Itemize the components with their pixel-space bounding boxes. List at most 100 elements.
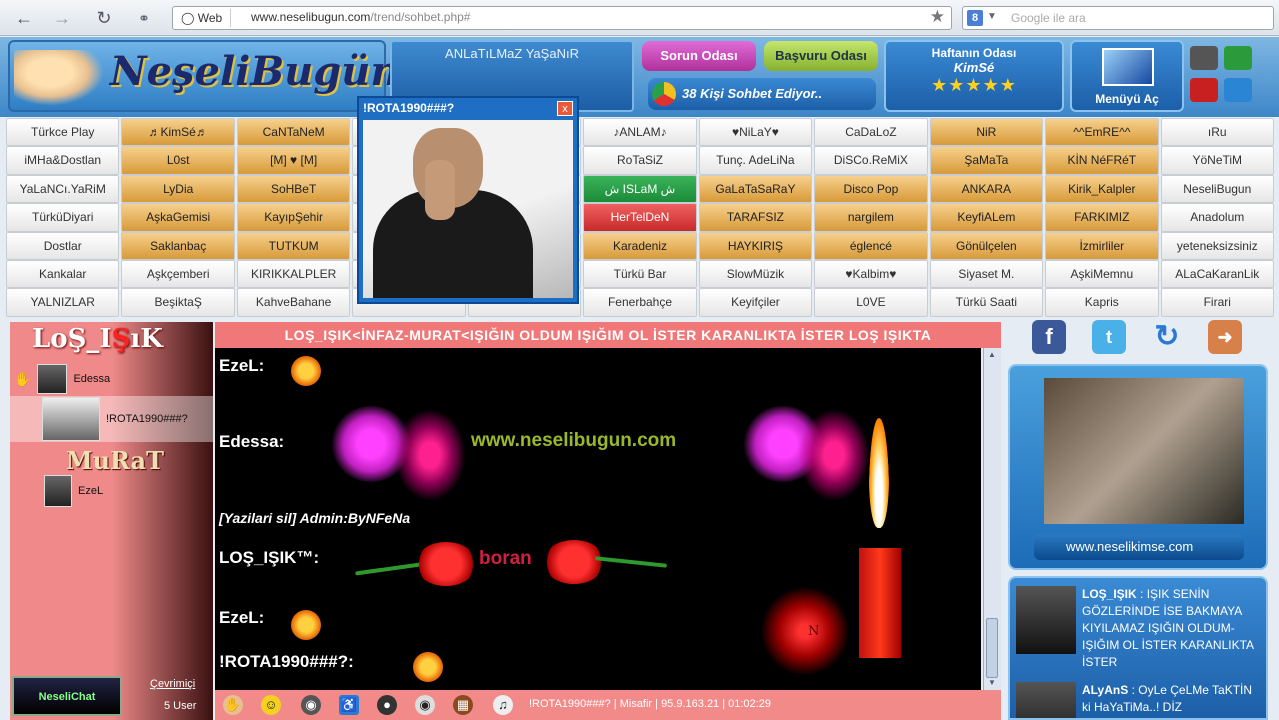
promo-box[interactable]: www.neselikimse.com	[1008, 364, 1268, 570]
room-button[interactable]: SoHBeT	[236, 174, 351, 204]
room-button[interactable]: Dostlar	[6, 231, 120, 260]
message-nick[interactable]: !ROTA1990###?:	[219, 652, 354, 672]
user-row-selected[interactable]: !ROTA1990###?	[10, 396, 213, 442]
user-row[interactable]: ✋ Edessa	[10, 362, 213, 396]
room-button[interactable]: ♪ANLAM♪	[583, 118, 697, 147]
hand-raise-icon[interactable]: ✋	[223, 695, 243, 715]
room-button[interactable]: Saklanbaç	[121, 231, 235, 260]
room-button[interactable]: iMHa&Dostlan	[6, 146, 120, 175]
theme-green-swatch[interactable]	[1224, 46, 1252, 70]
room-button[interactable]: Keyifçiler	[698, 288, 813, 317]
room-button[interactable]: YALNIZLAR	[6, 288, 120, 317]
room-button[interactable]: ♥NiLaY♥	[698, 118, 813, 147]
room-button[interactable]: églencé	[814, 231, 928, 260]
twitter-icon[interactable]: t	[1092, 320, 1126, 354]
room-button[interactable]: AşkaGemisi	[121, 203, 235, 232]
basvuru-odasi-button[interactable]: Başvuru Odası	[764, 41, 878, 71]
webcam-icon[interactable]: ◉	[301, 695, 321, 715]
room-button[interactable]: İzmirliler	[1045, 231, 1159, 260]
room-button[interactable]: KIRIKKALPLER	[236, 259, 351, 289]
room-button[interactable]: KayıpŞehir	[236, 203, 351, 232]
room-button[interactable]: DiSCo.ReMiX	[814, 146, 928, 175]
key-icon[interactable]: ⚭	[132, 6, 156, 30]
room-button[interactable]: Siyaset M.	[929, 259, 1044, 289]
site-logo[interactable]: NeşeliBugün	[8, 40, 399, 112]
room-button[interactable]: nargilem	[814, 203, 928, 232]
room-button[interactable]: BeşiktaŞ	[121, 288, 235, 317]
room-button[interactable]: Karadeniz	[583, 231, 697, 260]
sorun-odasi-button[interactable]: Sorun Odası	[642, 41, 756, 71]
back-icon[interactable]: ←	[12, 6, 36, 30]
room-button[interactable]: Gönülçelen	[929, 231, 1044, 260]
exit-door-icon[interactable]: ➜	[1208, 320, 1242, 354]
room-button[interactable]: Türkü Bar	[583, 259, 697, 289]
room-button[interactable]: SlowMüzik	[698, 259, 813, 289]
room-button[interactable]: TUTKUM	[236, 231, 351, 260]
web-chip[interactable]: ◯ Web	[177, 9, 232, 27]
room-button[interactable]: ANKARA	[929, 174, 1044, 204]
online-link[interactable]: Çevrimiçi	[150, 678, 195, 690]
room-button[interactable]: CaDaLoZ	[814, 118, 928, 147]
smiley-icon[interactable]: ☺	[261, 695, 281, 715]
feed-item[interactable]: ALyAnS : OyLe ÇeLMe TaKTİN ki HaYaTiMa..…	[1016, 682, 1262, 718]
room-button[interactable]: YöNeTiM	[1160, 146, 1274, 175]
refresh-icon[interactable]: ↻	[1150, 320, 1184, 354]
room-button[interactable]: TürküDiyari	[6, 203, 120, 232]
room-button[interactable]: YaLaNCı.YaRiM	[6, 174, 120, 204]
room-button[interactable]: NiR	[929, 118, 1044, 147]
chat-scrollbar[interactable]: ▲ ▼	[983, 348, 1001, 690]
reload-icon[interactable]: ↻	[92, 6, 116, 30]
google-icon[interactable]: 8	[967, 10, 983, 26]
message-nick[interactable]: Edessa:	[219, 432, 284, 452]
bookmark-star-icon[interactable]: ★	[930, 7, 945, 27]
room-button[interactable]: Türkü Saati	[929, 288, 1044, 317]
room-button[interactable]: yeteneksizsiniz	[1160, 231, 1274, 260]
room-button[interactable]: ıRu	[1160, 118, 1274, 147]
room-button[interactable]: [M] ♥ [M]	[236, 146, 351, 175]
week-room-box[interactable]: Haftanın Odası KimSé ★★★★★	[884, 40, 1064, 112]
room-button[interactable]: TARAFSIZ	[698, 203, 813, 232]
room-button[interactable]: ŞaMaTa	[929, 146, 1044, 175]
room-button[interactable]: KeyfiALem	[929, 203, 1044, 232]
room-button[interactable]: Türkce Play	[6, 118, 120, 147]
address-bar[interactable]: ◯ Web www.neselibugun.com/trend/sohbet.p…	[172, 6, 952, 30]
search-box[interactable]: 8 ▼ Google ile ara	[962, 6, 1274, 30]
room-button[interactable]: Fenerbahçe	[583, 288, 697, 317]
feed-user[interactable]: LOŞ_IŞIK	[1082, 587, 1137, 601]
theme-dark-swatch[interactable]	[1190, 46, 1218, 70]
message-nick[interactable]: LOŞ_IŞIK™:	[219, 548, 319, 568]
theme-red-swatch[interactable]	[1190, 78, 1218, 102]
scroll-thumb[interactable]	[986, 618, 998, 678]
close-icon[interactable]: x	[557, 101, 573, 116]
room-button[interactable]: Kirik_Kalpler	[1045, 174, 1159, 204]
message-nick[interactable]: EzeL:	[219, 608, 264, 628]
scroll-up-icon[interactable]: ▲	[988, 350, 996, 359]
room-button[interactable]: Aşkçemberi	[121, 259, 235, 289]
room-button[interactable]: FARKIMIZ	[1045, 203, 1159, 232]
url-text[interactable]: www.neselibugun.com/trend/sohbet.php#	[251, 10, 470, 24]
user-row[interactable]: EzeL	[40, 474, 210, 508]
gift-icon[interactable]: ▦	[453, 695, 473, 715]
chat-logo[interactable]: NeseliChat	[12, 676, 122, 716]
room-button[interactable]: ♬KimSé♬	[121, 118, 235, 147]
facebook-icon[interactable]: f	[1032, 320, 1066, 354]
room-button[interactable]: ALaCaKaranLik	[1160, 259, 1274, 289]
eye-icon[interactable]: ◉	[415, 695, 435, 715]
room-button[interactable]: Tunç. AdeLiNa	[698, 146, 813, 175]
room-button[interactable]: Kapris	[1045, 288, 1159, 317]
admin-clear-link[interactable]: [Yazilari sil] Admin:ByNFeNa	[219, 510, 410, 526]
theme-blue-swatch[interactable]	[1224, 78, 1252, 102]
scroll-down-icon[interactable]: ▼	[988, 678, 996, 687]
room-button[interactable]: KİN NéFRéT	[1045, 146, 1159, 175]
room-button[interactable]: L0st	[121, 146, 235, 175]
room-button[interactable]: Disco Pop	[814, 174, 928, 204]
room-button[interactable]: KahveBahane	[236, 288, 351, 317]
room-button[interactable]: HAYKIRIŞ	[698, 231, 813, 260]
room-button[interactable]: GaLaTaSaRaY	[698, 174, 813, 204]
forward-icon[interactable]: →	[50, 6, 74, 30]
room-button[interactable]: Firari	[1160, 288, 1274, 317]
search-engine-dropdown-icon[interactable]: ▼	[987, 11, 997, 22]
camera-icon[interactable]: ●	[377, 695, 397, 715]
room-button[interactable]: L0VE	[814, 288, 928, 317]
room-button[interactable]: HerTelDeN	[583, 203, 697, 232]
